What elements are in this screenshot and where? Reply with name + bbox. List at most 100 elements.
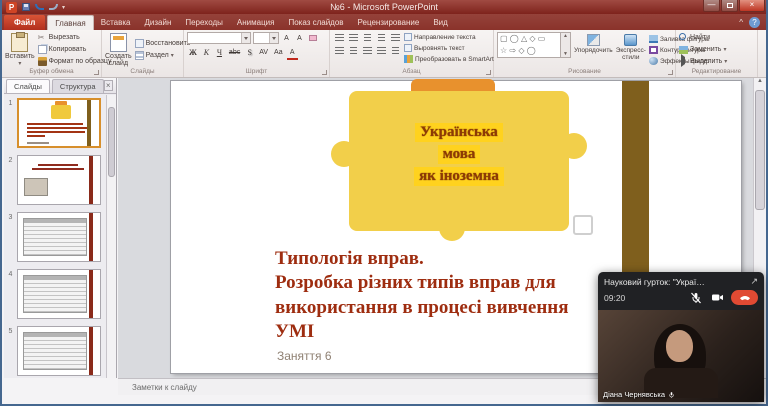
format-painter-icon: [37, 57, 47, 66]
tab-design[interactable]: Дизайн: [137, 15, 178, 30]
save-button[interactable]: [20, 2, 31, 12]
tab-transitions[interactable]: Переходы: [178, 15, 230, 30]
align-left-button[interactable]: [333, 45, 345, 56]
reset-button[interactable]: Восстановить: [134, 38, 190, 49]
font-size-dropdown-icon[interactable]: [269, 33, 278, 43]
eraser-icon: [309, 35, 317, 41]
undo-button[interactable]: [34, 2, 45, 12]
powerpoint-window: P ▾ №6 - Microsoft PowerPoint — × Файл Г…: [0, 0, 768, 406]
panel-tab-slides[interactable]: Слайды: [6, 79, 50, 93]
tab-home[interactable]: Главная: [47, 15, 94, 30]
font-name-select[interactable]: [187, 32, 251, 44]
minimize-button[interactable]: —: [703, 0, 720, 12]
underline-button[interactable]: Ч: [214, 46, 225, 58]
dialog-launcher-icon[interactable]: [486, 70, 491, 75]
dialog-launcher-icon[interactable]: [322, 70, 327, 75]
hangup-button[interactable]: [731, 290, 758, 305]
strikethrough-button[interactable]: abc: [227, 46, 242, 58]
shape-effects-icon: [648, 57, 658, 65]
slide-subtitle[interactable]: Заняття 6: [277, 349, 332, 363]
grow-font-button[interactable]: А: [281, 32, 292, 44]
collapse-ribbon-icon[interactable]: ^: [735, 15, 747, 30]
tab-view[interactable]: Вид: [426, 15, 454, 30]
align-text-icon: [404, 44, 412, 52]
cut-button[interactable]: ✂ Вырезать: [38, 32, 112, 43]
italic-button[interactable]: К: [201, 46, 212, 58]
section-button[interactable]: Раздел ▾: [134, 50, 191, 61]
ribbon: Вставить ▾ ✂ Вырезать Копировать Формат п…: [2, 30, 766, 78]
new-slide-button[interactable]: Создать слайд: [105, 32, 132, 67]
redo-button[interactable]: [48, 2, 59, 12]
align-center-button[interactable]: [347, 45, 359, 56]
shrink-font-button[interactable]: А: [294, 32, 305, 44]
text-direction-button[interactable]: Направление текста: [404, 32, 494, 42]
scroll-up-icon[interactable]: ▲: [757, 78, 763, 84]
font-color-button[interactable]: А: [287, 46, 298, 58]
close-button[interactable]: ×: [739, 0, 765, 12]
dialog-launcher-icon[interactable]: [94, 70, 99, 75]
find-button[interactable]: Найти: [679, 32, 710, 43]
slide-thumbnail-5[interactable]: 5: [4, 326, 116, 376]
clear-formatting-button[interactable]: [307, 32, 319, 44]
tab-file[interactable]: Файл: [4, 15, 46, 30]
panel-scrollbar[interactable]: [106, 95, 116, 378]
shape-fill-icon: [648, 35, 658, 43]
slide-thumbnail-1[interactable]: 1: [4, 98, 116, 148]
columns-button[interactable]: [389, 45, 401, 56]
bold-button[interactable]: Ж: [187, 46, 199, 58]
numbering-button[interactable]: [347, 32, 359, 43]
bullets-button[interactable]: [333, 32, 345, 43]
align-text-button[interactable]: Выровнять текст: [404, 43, 494, 53]
slide-thumbnail-3[interactable]: 3: [4, 212, 116, 262]
powerpoint-icon[interactable]: P: [6, 1, 17, 13]
slide-number: 2: [8, 157, 13, 164]
tab-review[interactable]: Рецензирование: [351, 15, 427, 30]
editor-scrollbar-thumb[interactable]: [755, 90, 765, 210]
dialog-launcher-icon[interactable]: [668, 70, 673, 75]
indent-increase-button[interactable]: [375, 32, 387, 43]
shapes-gallery-scroll[interactable]: ▲ ▼: [561, 32, 571, 58]
expand-icon[interactable]: ↗: [746, 276, 758, 287]
camera-icon: [711, 294, 723, 301]
paste-button[interactable]: Вставить ▾: [5, 32, 35, 67]
character-spacing-button[interactable]: AV: [257, 46, 270, 58]
text-shadow-button[interactable]: S: [244, 46, 255, 58]
text-direction-icon: [404, 33, 412, 41]
slide-number: 4: [8, 271, 13, 278]
copy-button[interactable]: Копировать: [37, 44, 112, 55]
camera-button[interactable]: [710, 292, 724, 304]
maximize-button[interactable]: [721, 0, 738, 12]
select-button[interactable]: Выделить ▾: [679, 54, 727, 67]
line-spacing-button[interactable]: [389, 32, 401, 43]
slide-thumbnail-4[interactable]: 4: [4, 269, 116, 319]
participant-video[interactable]: Діана Чернявська: [598, 310, 764, 402]
new-slide-icon: [109, 33, 127, 52]
font-size-select[interactable]: [253, 32, 279, 44]
font-name-dropdown-icon[interactable]: [241, 33, 250, 43]
tab-animations[interactable]: Анимация: [230, 15, 282, 30]
panel-scrollbar-thumb[interactable]: [108, 107, 115, 177]
panel-tab-outline[interactable]: Структура: [51, 79, 104, 93]
justify-button[interactable]: [375, 45, 387, 56]
replace-button[interactable]: Заменить ▾: [679, 44, 726, 55]
shapes-gallery[interactable]: ▢ ◯ △ ◇ ▭ ☆ ⇨ ◇ ◯ ▲ ▼: [497, 32, 571, 58]
align-left-icon: [334, 46, 344, 55]
indent-decrease-button[interactable]: [361, 32, 373, 43]
arrange-button[interactable]: Упорядочить: [574, 32, 613, 54]
section-icon: [134, 51, 144, 60]
tab-slideshow[interactable]: Показ слайдов: [281, 15, 350, 30]
slide-thumbnail-2[interactable]: 2: [4, 155, 116, 205]
smartart-button[interactable]: Преобразовать в SmartArt: [404, 54, 494, 64]
panel-close-icon[interactable]: ×: [103, 80, 113, 91]
quick-styles-button[interactable]: Экспресс-стили: [616, 32, 646, 61]
change-case-button[interactable]: Аа: [272, 46, 285, 58]
align-right-button[interactable]: [361, 45, 373, 56]
help-icon[interactable]: ?: [749, 17, 760, 28]
group-paragraph: Направление текста Выровнять текст Преоб…: [330, 30, 494, 77]
mic-button[interactable]: [689, 292, 703, 304]
title-bar: P ▾ №6 - Microsoft PowerPoint — ×: [2, 0, 766, 14]
smartart-label: Преобразовать в SmartArt: [415, 55, 494, 63]
tab-insert[interactable]: Вставка: [94, 15, 138, 30]
format-painter-button[interactable]: Формат по образцу: [37, 56, 111, 67]
new-slide-label-1: Создать: [105, 53, 132, 60]
